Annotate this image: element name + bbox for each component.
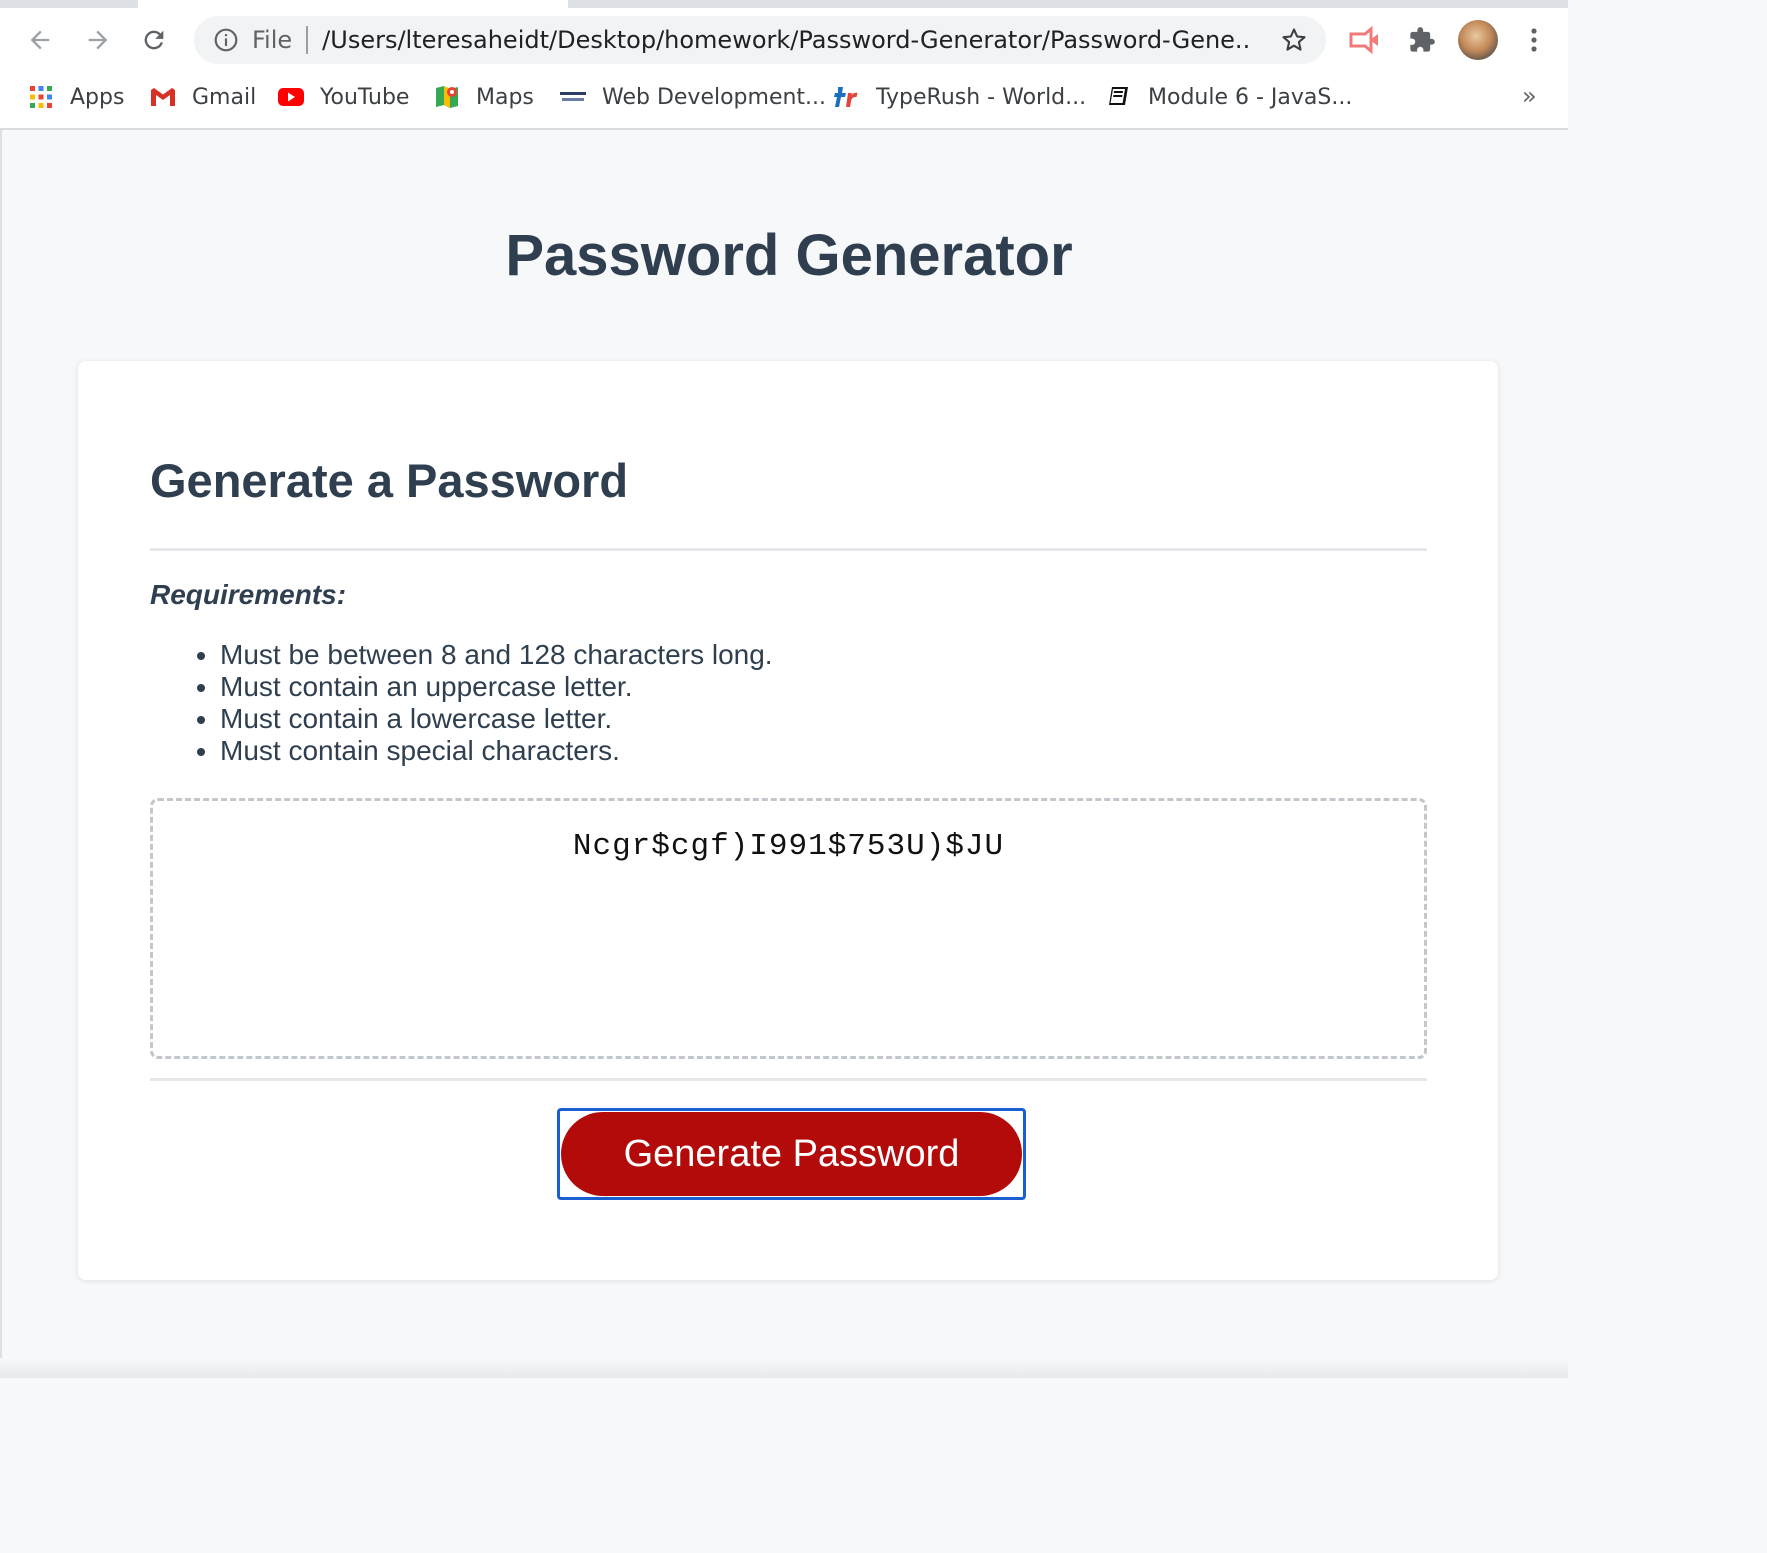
youtube-icon — [278, 84, 304, 110]
requirements-heading: Requirements: — [150, 579, 347, 610]
bookmark-label: Web Development... — [602, 84, 827, 110]
bookmark-label: YouTube — [320, 84, 410, 110]
forward-arrow-icon — [88, 30, 108, 50]
bookmark-maps[interactable]: Maps — [434, 82, 534, 112]
requirement-item: Must contain a lowercase letter. — [220, 703, 773, 735]
bookmark-label: Maps — [476, 84, 534, 110]
requirement-item: Must be between 8 and 128 characters lon… — [220, 639, 773, 671]
requirement-item: Must contain special characters. — [220, 735, 773, 767]
info-icon[interactable] — [212, 26, 240, 54]
url-scheme: File — [252, 26, 293, 54]
bookmark-label: Apps — [70, 84, 125, 110]
bookmark-apps[interactable]: Apps — [28, 82, 124, 112]
maps-icon — [434, 84, 460, 110]
requirement-item: Must contain an uppercase letter. — [220, 671, 773, 703]
back-button[interactable] — [18, 18, 62, 62]
card-header-divider — [150, 548, 1427, 551]
url-separator — [306, 26, 309, 54]
forward-button[interactable] — [76, 18, 120, 62]
profile-avatar[interactable] — [1458, 20, 1498, 60]
bookmark-star-icon[interactable] — [1272, 20, 1316, 60]
page-title: Password Generator — [505, 223, 1073, 288]
requirements-list: Must be between 8 and 128 characters lon… — [150, 639, 773, 767]
extension-arrow-icon[interactable] — [1342, 18, 1386, 62]
bookmark-label: TypeRush - World... — [876, 84, 1087, 110]
bookmark-typerush[interactable]: TypeRush - World... — [834, 82, 1086, 112]
bookmark-module-6[interactable]: Module 6 - JavaS... — [1106, 82, 1352, 112]
extensions-puzzle-icon[interactable] — [1400, 18, 1444, 62]
reload-button[interactable] — [132, 18, 176, 62]
bookmark-gmail[interactable]: Gmail — [150, 82, 256, 112]
generator-card: Generate a Password Requirements: Must b… — [78, 361, 1498, 1280]
generate-password-button[interactable]: Generate Password — [561, 1112, 1022, 1196]
url-text[interactable]: /Users/lteresaheidt/Desktop/homework/Pas… — [322, 26, 1252, 54]
generated-password[interactable]: Ncgr$cgf)I991$753U)$JU — [153, 829, 1424, 864]
typerush-icon — [834, 84, 860, 110]
card-footer-divider — [150, 1078, 1427, 1081]
page-bottom-edge — [0, 1358, 1568, 1378]
bookmark-label: Module 6 - JavaS... — [1148, 84, 1353, 110]
book-icon — [1106, 84, 1132, 110]
more-bookmarks-chevron-icon[interactable]: » — [1522, 82, 1537, 110]
browser-chrome: File /Users/lteresaheidt/Desktop/homewor… — [0, 0, 1568, 130]
gmail-icon — [150, 84, 176, 110]
active-tab-edge[interactable] — [138, 0, 568, 8]
apps-grid-icon — [28, 84, 54, 110]
menu-kebab-icon[interactable] — [1512, 18, 1556, 62]
career-services-icon — [560, 84, 586, 110]
reload-icon — [144, 30, 164, 50]
password-output-textarea[interactable]: Ncgr$cgf)I991$753U)$JU — [150, 798, 1427, 1059]
address-bar[interactable]: File /Users/lteresaheidt/Desktop/homewor… — [194, 16, 1326, 64]
bookmark-youtube[interactable]: YouTube — [278, 82, 409, 112]
bookmarks-bar: Apps Gmail YouTube Maps Web Development.… — [0, 76, 1568, 118]
card-title: Generate a Password — [150, 454, 629, 507]
bookmark-web-development[interactable]: Web Development... — [560, 82, 826, 112]
back-arrow-icon — [30, 30, 50, 50]
window-edge — [0, 130, 2, 1378]
bookmark-label: Gmail — [192, 84, 257, 110]
